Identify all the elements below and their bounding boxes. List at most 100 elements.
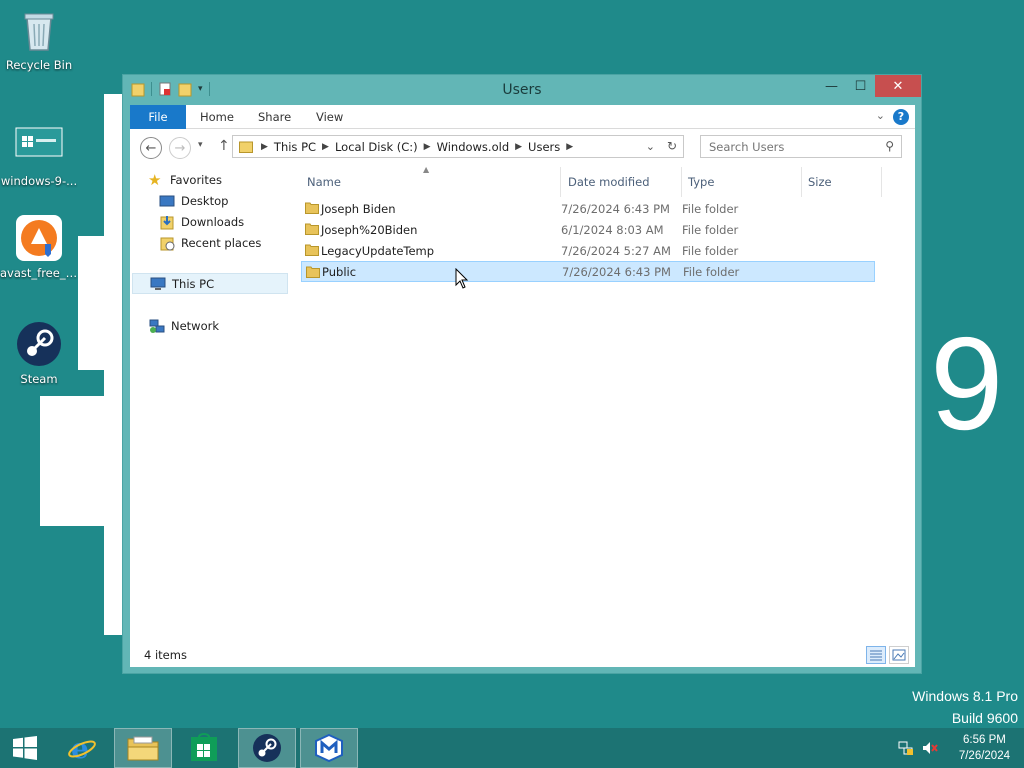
- chevron-right-icon[interactable]: ▶: [566, 142, 573, 152]
- desktop-icon-windows9-file[interactable]: windows-9-...: [0, 122, 78, 188]
- window-title: Users: [502, 82, 542, 98]
- chevron-right-icon[interactable]: ▶: [261, 142, 268, 152]
- nav-recent-places[interactable]: Recent places: [159, 232, 261, 253]
- column-divider[interactable]: [881, 167, 882, 197]
- nav-this-pc[interactable]: This PC: [132, 273, 288, 294]
- file-list-pane[interactable]: ▲ Name Date modified Type Size Joseph Bi…: [298, 165, 915, 641]
- file-type: File folder: [683, 264, 740, 279]
- wallpaper-shape: [40, 396, 124, 526]
- maximize-button[interactable]: ☐: [846, 75, 875, 97]
- file-date-modified: 7/26/2024 6:43 PM: [561, 201, 670, 216]
- desktop-icon-avast[interactable]: avast_free_a...: [0, 214, 78, 280]
- volume-muted-icon[interactable]: [922, 740, 938, 756]
- internet-explorer-icon: e: [68, 732, 96, 764]
- nav-favorites[interactable]: ★ Favorites: [148, 169, 222, 190]
- column-header-type[interactable]: Type: [688, 175, 714, 189]
- column-divider[interactable]: [681, 167, 682, 197]
- column-divider[interactable]: [560, 167, 561, 197]
- start-button[interactable]: [0, 728, 50, 768]
- chevron-right-icon[interactable]: ▶: [515, 142, 522, 152]
- search-icon[interactable]: ⚲: [885, 139, 894, 153]
- status-bar: 4 items: [130, 641, 915, 667]
- chevron-right-icon[interactable]: ▶: [424, 142, 431, 152]
- clock-time: 6:56 PM: [963, 734, 1006, 746]
- column-divider[interactable]: [801, 167, 802, 197]
- file-type: File folder: [682, 243, 739, 258]
- address-dropdown-icon[interactable]: ⌄: [646, 140, 655, 153]
- nav-desktop-label: Desktop: [181, 193, 229, 208]
- windows-logo-icon: [13, 736, 37, 760]
- close-button[interactable]: ✕: [875, 75, 921, 97]
- desktop-icon-label: avast_free_a...: [0, 266, 78, 280]
- file-name: Public: [322, 264, 357, 279]
- window-titlebar[interactable]: ▾ Users — ☐ ✕: [123, 75, 921, 105]
- nav-downloads[interactable]: Downloads: [159, 211, 244, 232]
- file-row[interactable]: Joseph Biden 7/26/2024 6:43 PM File fold…: [301, 198, 875, 219]
- system-clock[interactable]: 6:56 PM 7/26/2024: [959, 732, 1010, 764]
- explorer-window[interactable]: ▾ Users — ☐ ✕ File Home Share View ⌄ ? ←…: [122, 74, 922, 674]
- file-name: LegacyUpdateTemp: [321, 243, 435, 258]
- breadcrumb-windows-old[interactable]: Windows.old: [437, 140, 510, 154]
- star-icon: ★: [148, 170, 162, 189]
- back-button[interactable]: ←: [140, 137, 162, 159]
- windows-edition-watermark: Windows 8.1 Pro Build 9600: [912, 685, 1018, 729]
- navigation-bar: ← → ▾ ↑ ▶ This PC ▶ Local Disk (C:) ▶ Wi…: [130, 129, 915, 167]
- large-icons-view-button[interactable]: [889, 646, 909, 664]
- tab-home[interactable]: Home: [186, 105, 248, 129]
- desktop-icon-recycle-bin[interactable]: Recycle Bin: [0, 6, 78, 72]
- chevron-right-icon[interactable]: ▶: [322, 142, 329, 152]
- file-explorer-icon: [127, 736, 159, 761]
- network-status-icon[interactable]: [898, 740, 914, 756]
- details-view-button[interactable]: [866, 646, 886, 664]
- steam-icon: [253, 734, 281, 762]
- taskbar-store[interactable]: [178, 728, 230, 768]
- nav-desktop[interactable]: Desktop: [159, 190, 228, 211]
- forward-button[interactable]: →: [169, 137, 191, 159]
- breadcrumb-this-pc[interactable]: This PC: [274, 140, 316, 154]
- help-icon[interactable]: ?: [893, 109, 909, 125]
- details-view-icon: [870, 650, 882, 661]
- column-header-date-modified[interactable]: Date modified: [568, 175, 650, 189]
- taskbar-internet-explorer[interactable]: e: [56, 728, 108, 768]
- search-input[interactable]: [701, 136, 871, 157]
- tab-share[interactable]: Share: [244, 105, 305, 129]
- breadcrumb-users[interactable]: Users: [528, 140, 560, 154]
- up-button[interactable]: ↑: [218, 138, 230, 154]
- item-count: 4 items: [144, 648, 187, 662]
- expand-ribbon-icon[interactable]: ⌄: [876, 109, 885, 122]
- file-row[interactable]: Joseph%20Biden 6/1/2024 8:03 AM File fol…: [301, 219, 875, 240]
- search-box[interactable]: ⚲: [700, 135, 902, 158]
- file-row[interactable]: LegacyUpdateTemp 7/26/2024 5:27 AM File …: [301, 240, 875, 261]
- mouse-cursor-icon: [455, 268, 469, 289]
- desktop-icon-label: Recycle Bin: [5, 58, 73, 72]
- address-bar[interactable]: ▶ This PC ▶ Local Disk (C:) ▶ Windows.ol…: [232, 135, 684, 158]
- taskbar-file-explorer[interactable]: [114, 728, 172, 768]
- nav-network[interactable]: Network: [149, 315, 219, 336]
- window-controls: — ☐ ✕: [817, 75, 921, 97]
- build-number: Build 9600: [951, 710, 1018, 726]
- minimize-button[interactable]: —: [817, 75, 846, 97]
- desktop-icon-steam[interactable]: Steam: [0, 320, 78, 386]
- column-header-name[interactable]: Name: [307, 175, 341, 189]
- file-date-modified: 7/26/2024 5:27 AM: [561, 243, 671, 258]
- windows9-file-icon: [15, 122, 63, 170]
- nav-downloads-label: Downloads: [181, 214, 245, 229]
- breadcrumb-local-disk[interactable]: Local Disk (C:): [335, 140, 418, 154]
- nav-network-label: Network: [171, 318, 220, 333]
- tab-view[interactable]: View: [302, 105, 357, 129]
- recent-places-icon: [160, 237, 175, 250]
- sort-arrow-icon: ▲: [423, 165, 430, 174]
- file-row-selected[interactable]: Public 7/26/2024 6:43 PM File folder: [301, 261, 875, 282]
- tab-file[interactable]: File: [130, 105, 186, 129]
- desktop-icon: [159, 195, 175, 206]
- steam-icon: [15, 320, 63, 368]
- recent-locations-icon[interactable]: ▾: [198, 140, 203, 150]
- refresh-icon[interactable]: ↻: [667, 139, 677, 153]
- folder-icon: [306, 266, 320, 278]
- column-header-size[interactable]: Size: [808, 175, 832, 189]
- folder-icon: [305, 202, 319, 214]
- taskbar-steam[interactable]: [238, 728, 296, 768]
- desktop-icon-label: Steam: [20, 372, 58, 386]
- taskbar-malwarebytes[interactable]: [300, 728, 358, 768]
- file-name: Joseph Biden: [321, 201, 396, 216]
